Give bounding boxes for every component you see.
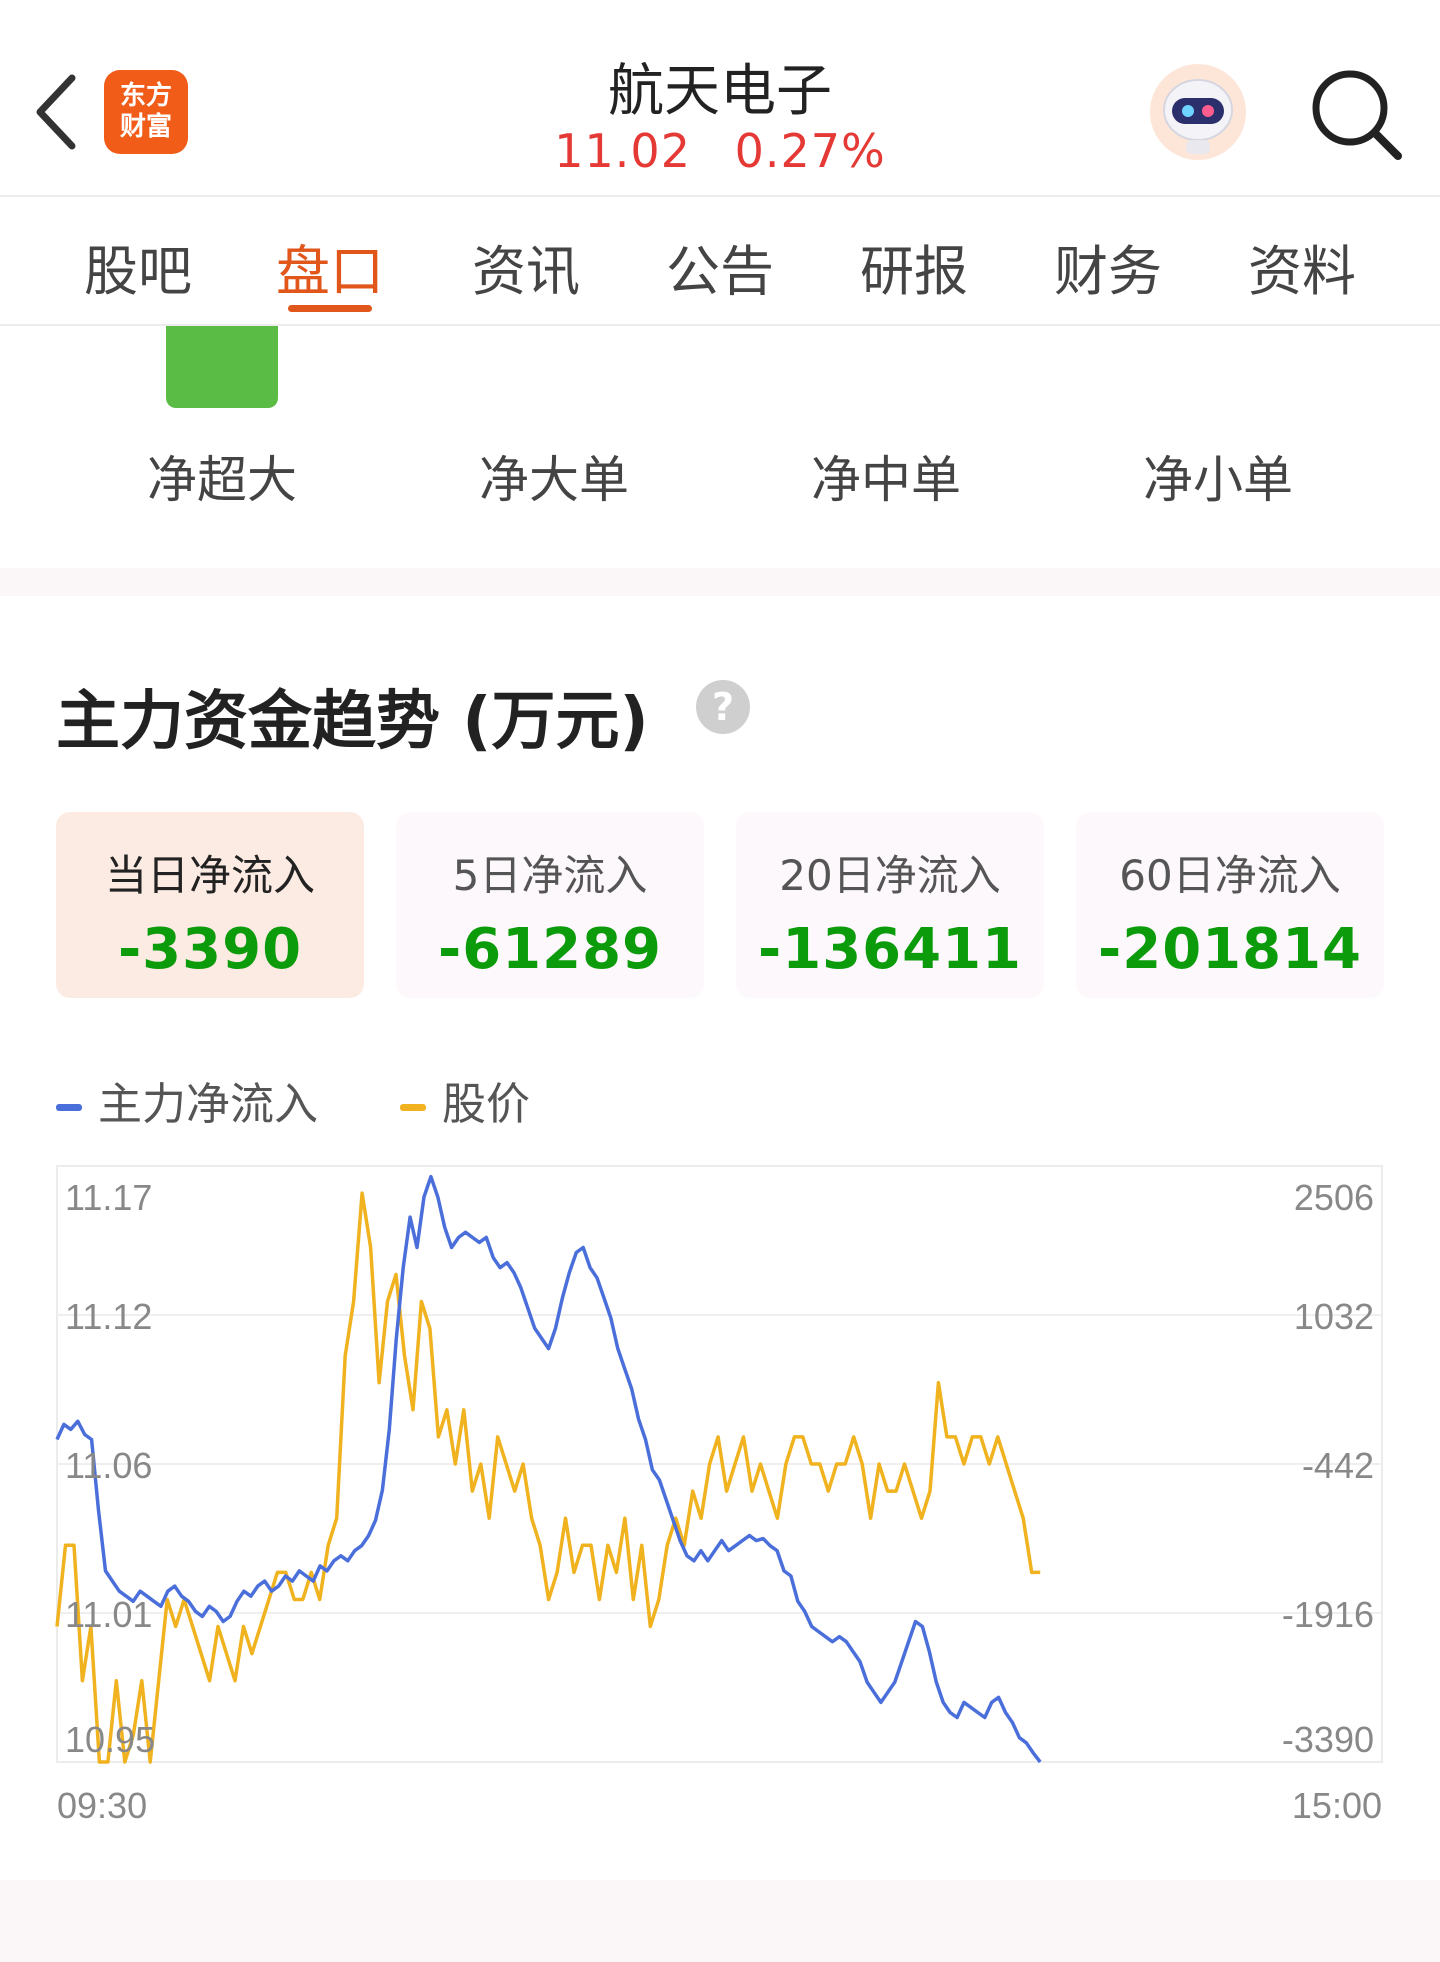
robot-assistant-icon[interactable] [1148,62,1248,162]
card-value: -136411 [757,917,1023,982]
price-line [55,1191,1041,1764]
card-value: -201814 [1097,917,1363,982]
tab-pankou[interactable]: 盘口 [250,227,410,306]
card-label: 5日净流入 [452,851,648,900]
y-tick-flow: 1032 [1294,1296,1374,1337]
category-super-large: 净超大 [147,451,297,509]
card-5day-net-inflow[interactable]: 5日净流入 -61289 [396,812,704,998]
y-tick-flow: -442 [1302,1445,1374,1486]
legend-price: 股价 [400,1068,530,1132]
y-tick-price: 11.01 [65,1594,152,1635]
card-label: 60日净流入 [1119,851,1341,900]
y-tick-price: 11.17 [65,1177,152,1218]
tab-news[interactable]: 资讯 [446,227,606,306]
legend-main-flow: 主力净流入 [56,1068,318,1132]
category-large: 净大单 [479,451,629,509]
active-tab-indicator [288,305,372,312]
tab-finance[interactable]: 财务 [1028,227,1188,306]
card-label: 20日净流入 [779,851,1001,900]
top-bar: 东方 财富 航天电子 11.02 0.27% [0,0,1440,197]
bottom-divider [0,1880,1440,1962]
super-large-net-flow-bar [166,326,278,408]
category-medium: 净中单 [811,451,961,509]
legend-main-flow-swatch [56,1103,82,1111]
legend-main-flow-label: 主力净流入 [98,1079,318,1130]
y-tick-price: 11.12 [65,1296,152,1337]
tab-bar: 股吧 盘口 资讯 公告 研报 财务 资料 [0,197,1440,326]
y-tick-flow: -1916 [1282,1594,1374,1635]
card-value: -61289 [437,917,663,982]
tab-research[interactable]: 研报 [834,227,994,306]
card-today-net-inflow[interactable]: 当日净流入 -3390 [56,812,364,998]
card-20day-net-inflow[interactable]: 20日净流入 -136411 [736,812,1044,998]
tab-guba[interactable]: 股吧 [58,227,218,306]
x-tick-start: 09:30 [57,1785,147,1826]
main-net-inflow-line [55,1174,1042,1764]
help-icon[interactable]: ? [696,680,750,734]
category-small: 净小单 [1143,451,1293,509]
section-divider [0,568,1440,596]
x-tick-end: 15:00 [1292,1785,1382,1826]
y-tick-price: 10.95 [65,1719,155,1760]
y-tick-price: 11.06 [65,1445,152,1486]
stock-price: 11.02 [554,124,691,178]
card-label: 当日净流入 [104,851,315,900]
search-icon[interactable] [1306,64,1406,164]
y-tick-flow: -3390 [1282,1719,1374,1760]
y-tick-flow: 2506 [1294,1177,1374,1218]
stock-change-percent: 0.27% [734,124,886,178]
tab-profile[interactable]: 资料 [1222,227,1382,306]
fund-trend-chart: 11.17 2506 11.12 1032 11.06 -442 11.01 -1916 10.… [55,1165,1383,1826]
card-value: -3390 [117,917,303,982]
section-title: 主力资金趋势 (万元) [56,685,649,759]
card-60day-net-inflow[interactable]: 60日净流入 -201814 [1076,812,1384,998]
tab-announcements[interactable]: 公告 [640,227,800,306]
legend-price-swatch [400,1103,426,1111]
legend-price-label: 股价 [442,1079,530,1130]
